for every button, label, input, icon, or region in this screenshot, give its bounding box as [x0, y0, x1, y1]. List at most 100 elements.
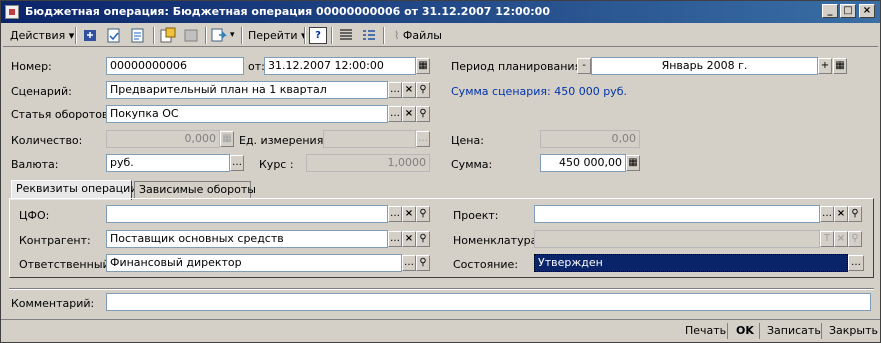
print-button[interactable]: Печать [683, 322, 728, 340]
period-label: Период планирования: [451, 60, 585, 73]
contractor-clear-icon[interactable]: × [402, 231, 416, 247]
cfo-select-button[interactable]: … [388, 206, 402, 222]
unit-field[interactable] [323, 130, 416, 148]
nomenclature-label: Номенклатура: [453, 234, 542, 247]
comment-label: Комментарий: [11, 297, 95, 310]
state-label: Состояние: [453, 258, 519, 271]
toolbar-separator [153, 27, 155, 44]
scenario-clear-icon[interactable]: × [402, 82, 416, 98]
toolbar-separator [205, 27, 207, 44]
maximize-button[interactable]: □ [840, 4, 856, 18]
window-title: Бюджетная операция: Бюджетная операция 0… [25, 5, 550, 18]
tab-operation-details[interactable]: Реквизиты операции [11, 180, 137, 200]
cfo-clear-icon[interactable]: × [402, 206, 416, 222]
period-calendar-icon[interactable]: ▦ [833, 58, 847, 74]
unit-label: Ед. измерения: [239, 134, 328, 147]
article-field[interactable]: Покупка ОС [106, 105, 388, 123]
nomenclature-open-icon[interactable]: ⚲ [848, 231, 862, 247]
project-select-button[interactable]: … [820, 206, 834, 222]
document-movements-icon[interactable] [159, 27, 177, 44]
currency-field[interactable]: руб. [106, 154, 230, 172]
window-icon [5, 5, 19, 19]
divider [9, 288, 874, 290]
save-icon[interactable] [81, 27, 99, 44]
quantity-field[interactable]: 0,000 [106, 130, 220, 148]
close-button[interactable]: Закрыть [827, 322, 880, 340]
contractor-select-button[interactable]: … [388, 231, 402, 247]
list-view-icon[interactable] [337, 27, 355, 44]
price-field[interactable]: 0,00 [540, 130, 640, 148]
document-window: Бюджетная операция: Бюджетная операция 0… [0, 0, 881, 343]
date-field[interactable]: 31.12.2007 12:00:00 [264, 57, 416, 75]
structure-icon[interactable] [182, 27, 200, 44]
footer-bar: Печать OK Записать Закрыть [1, 319, 880, 342]
project-field[interactable] [534, 205, 820, 223]
cfo-open-icon[interactable]: ⚲ [416, 206, 430, 222]
responsible-field[interactable]: Финансовый директор [106, 254, 402, 272]
cfo-label: ЦФО: [19, 209, 50, 222]
number-label: Номер: [11, 60, 52, 73]
project-label: Проект: [453, 209, 499, 222]
unpost-document-icon[interactable] [129, 27, 147, 44]
price-label: Цена: [451, 134, 484, 147]
quantity-calculator-icon[interactable]: ▦ [220, 131, 234, 147]
rate-field[interactable]: 1,0000 [306, 154, 430, 172]
article-open-icon[interactable]: ⚲ [416, 106, 430, 122]
post-document-icon[interactable] [105, 27, 123, 44]
scenario-select-button[interactable]: … [388, 82, 402, 98]
toolbar: Действия ▾ ▾ Перейти ▾ ? ⌇ Файлы [3, 25, 878, 47]
date-label: от: [248, 60, 265, 73]
article-clear-icon[interactable]: × [402, 106, 416, 122]
period-plus-button[interactable]: + [818, 58, 832, 74]
toolbar-separator [241, 27, 243, 44]
title-bar: Бюджетная операция: Бюджетная операция 0… [1, 1, 880, 23]
currency-select-button[interactable]: … [230, 155, 244, 171]
number-field[interactable]: 00000000006 [106, 57, 244, 75]
ok-button[interactable]: OK [734, 322, 756, 340]
save-button[interactable]: Записать [765, 322, 823, 340]
tab-dependent-turnovers[interactable]: Зависимые обороты [134, 181, 256, 199]
quantity-label: Количество: [11, 134, 83, 147]
settings-list-icon[interactable] [360, 27, 378, 44]
nomenclature-clear-icon[interactable]: × [834, 231, 848, 247]
scenario-field[interactable]: Предварительный план на 1 квартал [106, 81, 388, 99]
project-open-icon[interactable]: ⚲ [848, 206, 862, 222]
sum-label: Сумма: [451, 158, 493, 171]
paperclip-icon: ⌇ [394, 29, 403, 42]
toolbar-separator [75, 27, 77, 44]
sum-field[interactable]: 450 000,00 [540, 154, 626, 172]
footer-separator [821, 323, 822, 339]
minimize-button[interactable]: _ [822, 4, 838, 18]
responsible-select-button[interactable]: … [402, 255, 416, 271]
actions-menu-button[interactable]: Действия ▾ [7, 26, 77, 45]
chevron-down-icon[interactable]: ▾ [227, 26, 238, 45]
footer-separator [759, 323, 760, 339]
close-window-button[interactable]: × [859, 4, 875, 18]
toolbar-separator [304, 27, 306, 44]
unit-select-button[interactable]: … [416, 131, 430, 147]
files-button[interactable]: ⌇ Файлы [391, 26, 445, 45]
goto-menu-button[interactable]: Перейти ▾ [245, 26, 310, 45]
state-field[interactable]: Утвержден [534, 254, 848, 272]
scenario-open-icon[interactable]: ⚲ [416, 82, 430, 98]
create-based-on-icon[interactable] [210, 27, 228, 44]
sum-calculator-icon[interactable]: ▦ [626, 155, 640, 171]
comment-field[interactable] [106, 293, 871, 311]
article-select-button[interactable]: … [388, 106, 402, 122]
contractor-field[interactable]: Поставщик основных средств [106, 230, 388, 248]
period-field[interactable]: Январь 2008 г. [591, 57, 818, 75]
state-select-button[interactable]: … [848, 255, 864, 271]
currency-label: Валюта: [11, 158, 59, 171]
contractor-open-icon[interactable]: ⚲ [416, 231, 430, 247]
toolbar-separator [331, 27, 333, 44]
project-clear-icon[interactable]: × [834, 206, 848, 222]
nomenclature-type-icon[interactable]: T [820, 231, 834, 247]
nomenclature-field[interactable] [534, 230, 820, 248]
cfo-field[interactable] [106, 205, 388, 223]
responsible-label: Ответственный: [19, 258, 114, 271]
responsible-open-icon[interactable]: ⚲ [416, 255, 430, 271]
calendar-icon[interactable]: ▦ [416, 58, 430, 74]
period-minus-button[interactable]: - [577, 58, 591, 74]
rate-label: Курс : [259, 158, 294, 171]
help-button[interactable]: ? [309, 27, 327, 44]
